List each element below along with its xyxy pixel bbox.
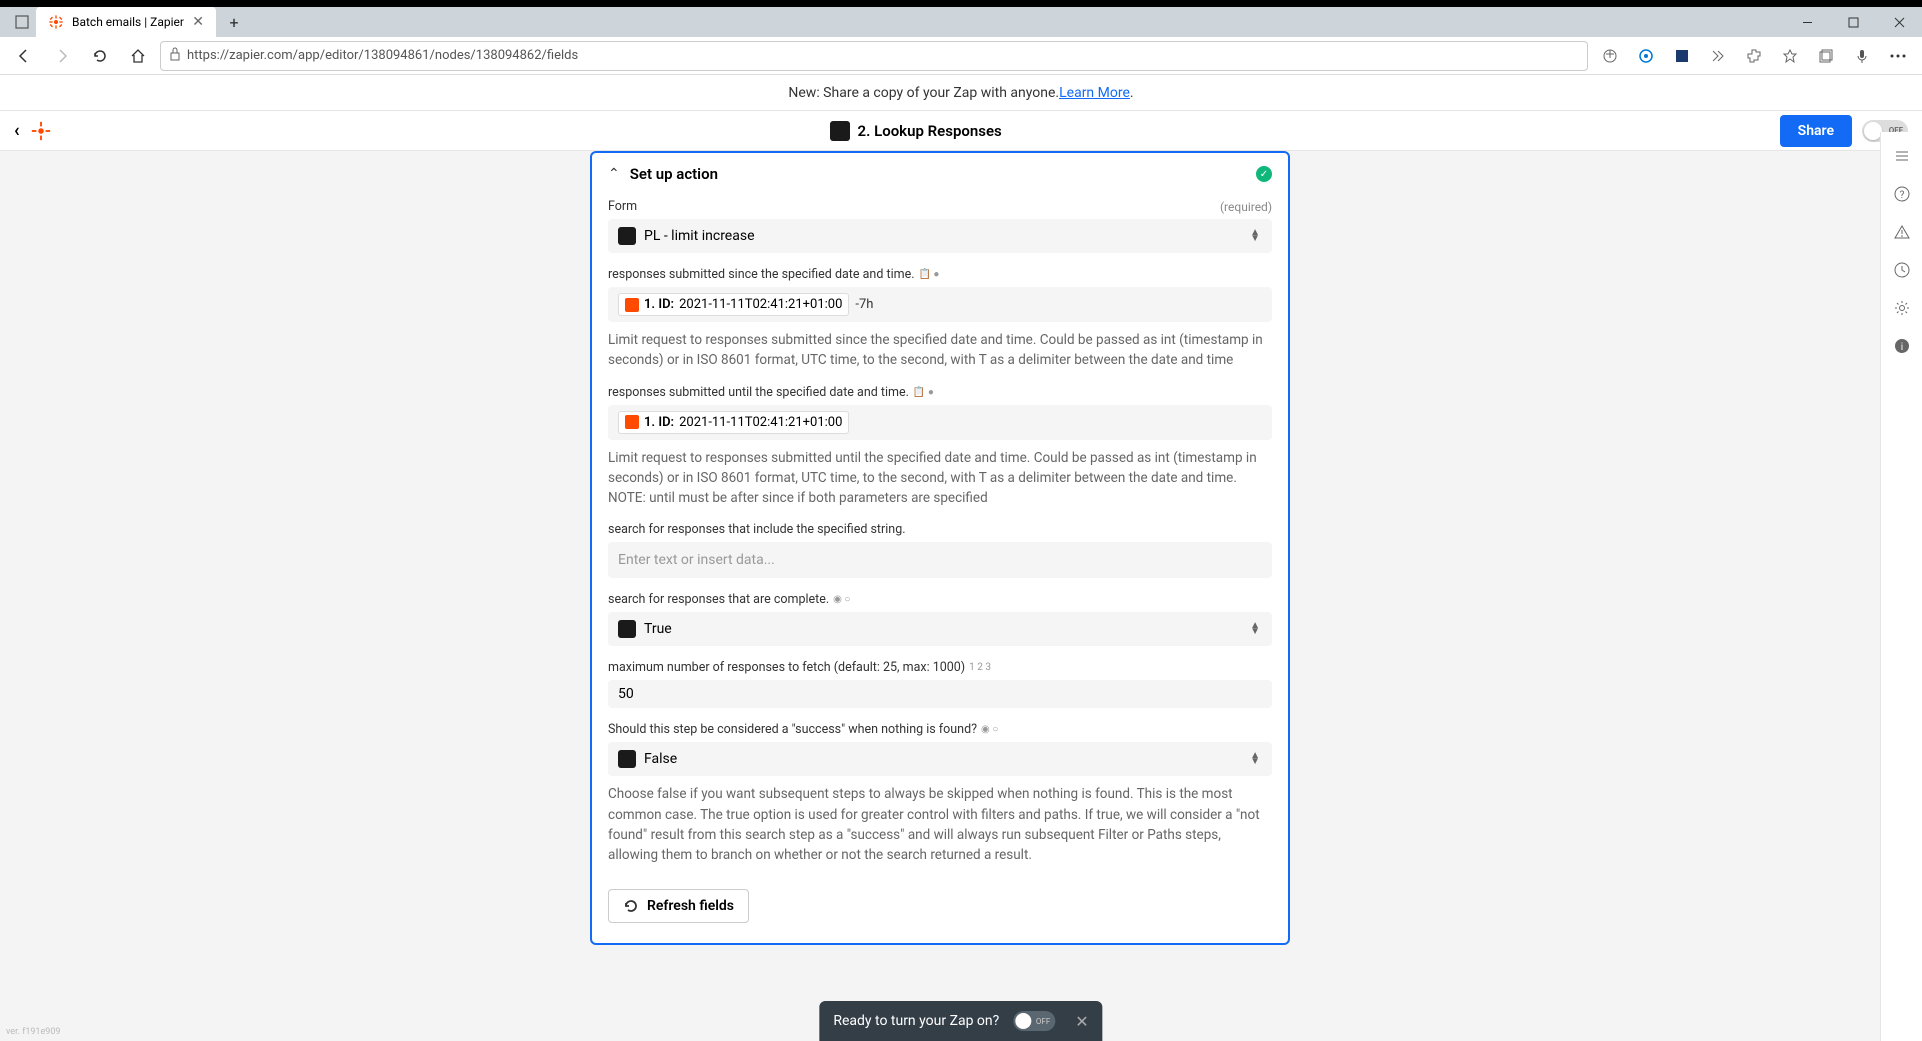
until-input[interactable]: 1. ID: 2021-11-11T02:41:21+01:00 <box>608 405 1272 440</box>
ext2-icon[interactable] <box>1666 40 1698 72</box>
ready-toast: Ready to turn your Zap on? OFF ✕ <box>819 1001 1102 1041</box>
announcement-banner: New: Share a copy of your Zap with anyon… <box>0 75 1922 111</box>
toast-toggle[interactable]: OFF <box>1013 1011 1055 1031</box>
since-input[interactable]: 1. ID: 2021-11-11T02:41:21+01:00 -7h <box>608 287 1272 322</box>
version-label: ver. f191e909 <box>6 1027 60 1037</box>
back-button[interactable] <box>8 40 40 72</box>
toast-close-icon[interactable]: ✕ <box>1075 1012 1088 1031</box>
tab-actions-button[interactable] <box>8 8 36 36</box>
app-header: ‹ 2. Lookup Responses Share OFF <box>0 111 1922 151</box>
complete-label: search for responses that are complete. <box>608 592 829 607</box>
zapier-logo-icon[interactable] <box>30 120 52 142</box>
forward-button[interactable] <box>46 40 78 72</box>
step-app-icon <box>830 121 850 141</box>
field-hint-icons: 📋 ● <box>913 387 934 398</box>
typeform-icon <box>618 227 636 245</box>
settings-icon[interactable] <box>1892 298 1912 318</box>
typeform-icon <box>618 620 636 638</box>
form-select[interactable]: PL - limit increase ▲▼ <box>608 219 1272 253</box>
select-caret-icon: ▲▼ <box>1250 623 1260 635</box>
until-help: Limit request to responses submitted unt… <box>608 448 1272 509</box>
minimize-button[interactable] <box>1784 7 1830 37</box>
shopping-icon[interactable] <box>1594 40 1626 72</box>
max-input[interactable]: 50 <box>608 680 1272 708</box>
ext1-icon[interactable] <box>1630 40 1662 72</box>
step-title: 2. Lookup Responses <box>858 122 1002 140</box>
max-label: maximum number of responses to fetch (de… <box>608 660 965 675</box>
form-label: Form <box>608 199 637 214</box>
since-help: Limit request to responses submitted sin… <box>608 330 1272 371</box>
success-select[interactable]: False ▲▼ <box>608 742 1272 776</box>
numeric-hint: 1 2 3 <box>969 662 991 673</box>
step-card: ⌃ Set up action ✓ Form (required) PL - l… <box>590 151 1290 945</box>
browser-tab[interactable]: Batch emails | Zapier ✕ <box>36 7 216 37</box>
select-caret-icon: ▲▼ <box>1250 230 1260 242</box>
collections-icon[interactable] <box>1810 40 1842 72</box>
back-caret-button[interactable]: ‹ <box>14 120 20 141</box>
close-window-button[interactable] <box>1876 7 1922 37</box>
zapier-token-icon <box>625 415 639 429</box>
outline-icon[interactable] <box>1892 146 1912 166</box>
url-bar[interactable]: https://zapier.com/app/editor/138094861/… <box>160 41 1588 71</box>
toast-text: Ready to turn your Zap on? <box>833 1013 999 1029</box>
radio-hint-icon: ◉ ○ <box>981 724 998 735</box>
browser-toolbar: https://zapier.com/app/editor/138094861/… <box>0 37 1922 75</box>
profile-icon[interactable] <box>1846 40 1878 72</box>
success-label: Should this step be considered a "succes… <box>608 722 977 737</box>
extensions-icon[interactable] <box>1738 40 1770 72</box>
help-icon[interactable]: ? <box>1892 184 1912 204</box>
zapier-favicon-icon <box>48 14 64 30</box>
warning-icon[interactable] <box>1892 222 1912 242</box>
radio-hint-icon: ◉ ○ <box>833 594 850 605</box>
complete-select[interactable]: True ▲▼ <box>608 612 1272 646</box>
favorites-icon[interactable] <box>1774 40 1806 72</box>
learn-more-link[interactable]: Learn More <box>1059 85 1130 101</box>
tab-title: Batch emails | Zapier <box>72 15 184 29</box>
data-token[interactable]: 1. ID: 2021-11-11T02:41:21+01:00 <box>618 293 849 316</box>
query-label: search for responses that include the sp… <box>608 522 906 537</box>
query-input[interactable] <box>608 542 1272 578</box>
tab-close-icon[interactable]: ✕ <box>192 14 204 30</box>
until-label: responses submitted until the specified … <box>608 385 909 400</box>
url-text: https://zapier.com/app/editor/138094861/… <box>187 48 578 63</box>
select-caret-icon: ▲▼ <box>1250 753 1260 765</box>
svg-text:i: i <box>1900 342 1902 353</box>
share-button[interactable]: Share <box>1780 115 1852 147</box>
data-token[interactable]: 1. ID: 2021-11-11T02:41:21+01:00 <box>618 411 849 434</box>
required-label: (required) <box>1220 200 1272 214</box>
right-rail: ? i <box>1880 132 1922 1041</box>
more-button[interactable] <box>1882 40 1914 72</box>
new-tab-button[interactable]: + <box>220 8 248 36</box>
field-hint-icons: 📋 ● <box>919 269 940 280</box>
refresh-icon <box>623 898 639 914</box>
since-label: responses submitted since the specified … <box>608 267 915 282</box>
info-icon[interactable]: i <box>1892 336 1912 356</box>
refresh-fields-button[interactable]: Refresh fields <box>608 889 749 923</box>
chevron-up-icon: ⌃ <box>608 166 620 182</box>
success-help: Choose false if you want subsequent step… <box>608 784 1272 865</box>
check-badge-icon: ✓ <box>1256 166 1272 182</box>
section-header[interactable]: ⌃ Set up action ✓ <box>592 153 1288 195</box>
home-button[interactable] <box>122 40 154 72</box>
ext3-icon[interactable] <box>1702 40 1734 72</box>
lock-icon <box>169 47 181 65</box>
maximize-button[interactable] <box>1830 7 1876 37</box>
reload-button[interactable] <box>84 40 116 72</box>
typeform-icon <box>618 750 636 768</box>
svg-text:?: ? <box>1899 190 1904 201</box>
browser-tab-strip: Batch emails | Zapier ✕ + <box>0 7 1922 37</box>
section-title: Set up action <box>630 165 718 183</box>
history-icon[interactable] <box>1892 260 1912 280</box>
zapier-token-icon <box>625 298 639 312</box>
